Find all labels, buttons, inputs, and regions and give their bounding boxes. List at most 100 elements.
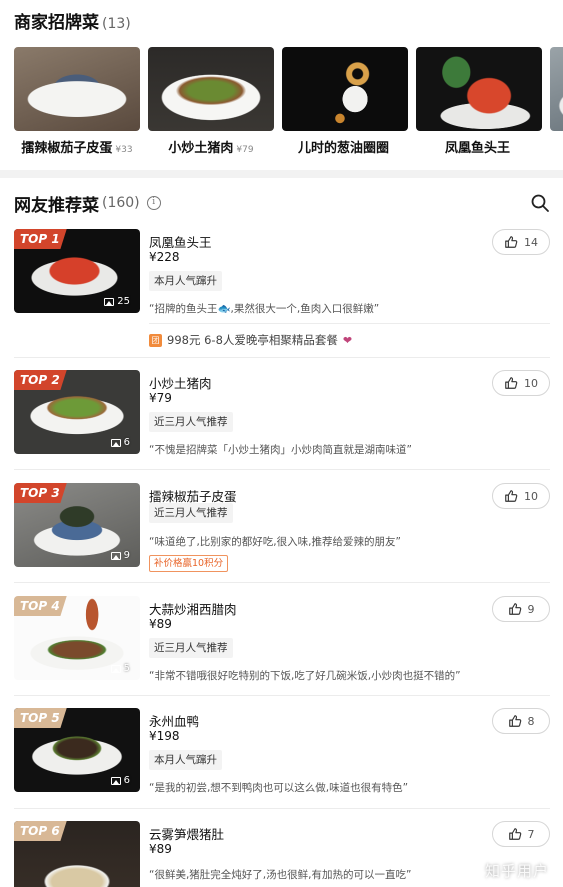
dish-photo bbox=[550, 47, 563, 131]
dish-tag: 近三月人气推荐 bbox=[149, 638, 233, 658]
thumbs-up-icon bbox=[508, 828, 521, 840]
item-separator bbox=[14, 808, 550, 809]
signature-title: 商家招牌菜 bbox=[14, 13, 99, 33]
dish-price: ¥198 bbox=[149, 729, 180, 743]
dish-photo: TOP 3 9 bbox=[14, 483, 140, 567]
recommended-title: 网友推荐菜 bbox=[14, 195, 99, 216]
points-tag[interactable]: 补价格赢10积分 bbox=[149, 555, 229, 572]
dish-tag: 本月人气蹿升 bbox=[149, 271, 222, 291]
dish-price: ¥89 bbox=[149, 617, 172, 631]
item-separator bbox=[14, 357, 550, 358]
photo-count: 6 bbox=[110, 437, 130, 448]
dish-name: 凤凰鱼头王 bbox=[149, 235, 212, 250]
dish-photo: TOP 6 bbox=[14, 821, 140, 887]
thumbs-up-icon bbox=[508, 715, 521, 727]
photo-count: 5 bbox=[110, 663, 130, 674]
dish-quote: “非常不错哦很好吃特别的下饭,吃了好几碗米饭,小炒肉也挺不错的” bbox=[149, 670, 461, 682]
photo-count-value: 6 bbox=[123, 437, 130, 448]
dish-photo bbox=[282, 47, 408, 131]
signature-card[interactable]: 小炒土猪肉 ¥79 bbox=[148, 47, 274, 162]
dish-photo: TOP 5 6 bbox=[14, 708, 140, 792]
image-icon bbox=[110, 438, 121, 447]
promo-line[interactable]: 团 998元 6-8人爱晚亭相聚精品套餐 ❤ bbox=[149, 332, 352, 348]
list-item[interactable]: TOP 3 9 擂辣椒茄子皮蛋 近三月人气推荐 “味道绝了,比别家的都好吃,很入… bbox=[0, 483, 563, 573]
item-separator bbox=[14, 695, 550, 696]
signature-count: (13) bbox=[102, 16, 131, 32]
photo-count-value: 25 bbox=[117, 296, 130, 307]
item-separator bbox=[14, 582, 550, 583]
search-icon[interactable] bbox=[530, 193, 550, 213]
signature-price: ¥33 bbox=[115, 145, 133, 155]
like-count: 10 bbox=[524, 376, 538, 390]
list-item[interactable]: TOP 6 云雾笋煨猪肚 ¥89 “很鲜美,猪肚完全炖好了,汤也很鲜,有加热的可… bbox=[0, 821, 563, 887]
like-count: 7 bbox=[527, 827, 535, 841]
signature-card[interactable]: 香 bbox=[550, 47, 563, 162]
like-button[interactable]: 10 bbox=[492, 483, 550, 509]
image-icon bbox=[110, 664, 121, 673]
rank-badge: TOP 1 bbox=[14, 229, 67, 249]
dish-quote: “很鲜美,猪肚完全炖好了,汤也很鲜,有加热的可以一直吃” bbox=[149, 869, 412, 881]
dish-photo: TOP 1 25 bbox=[14, 229, 140, 313]
recommended-count: (160) bbox=[102, 195, 140, 211]
signature-header: 商家招牌菜 (13) bbox=[14, 8, 131, 36]
thumbs-up-icon bbox=[508, 603, 521, 615]
like-button[interactable]: 10 bbox=[492, 370, 550, 396]
divider bbox=[149, 323, 550, 324]
dish-quote: “味道绝了,比别家的都好吃,很入味,推荐给爱辣的朋友” bbox=[149, 536, 401, 548]
signature-card[interactable]: 儿时的葱油圈圈 bbox=[282, 47, 408, 162]
thumbs-up-icon bbox=[505, 377, 518, 389]
signature-name: 儿时的葱油圈圈 bbox=[297, 141, 389, 156]
rank-badge: TOP 6 bbox=[14, 821, 67, 841]
dish-name: 永州血鸭 bbox=[149, 714, 200, 729]
signature-card[interactable]: 擂辣椒茄子皮蛋 ¥33 bbox=[14, 47, 140, 162]
thumbs-up-icon bbox=[505, 490, 518, 502]
list-item[interactable]: TOP 2 6 小炒土猪肉 ¥79 近三月人气推荐 “不愧是招牌菜「小炒土猪肉」… bbox=[0, 370, 563, 460]
list-item[interactable]: TOP 1 25 凤凰鱼头王 ¥228 本月人气蹿升 “招牌的鱼头王🐟,果然很大… bbox=[0, 229, 563, 355]
signature-name: 凤凰鱼头王 bbox=[444, 141, 510, 156]
dish-photo bbox=[14, 47, 140, 131]
dish-name: 大蒜炒湘西腊肉 bbox=[149, 602, 237, 617]
info-icon[interactable]: i bbox=[146, 196, 161, 210]
dish-quote: “不愧是招牌菜「小炒土猪肉」小炒肉简直就是湖南味道” bbox=[149, 444, 412, 456]
image-icon bbox=[104, 297, 115, 306]
like-count: 8 bbox=[527, 714, 535, 728]
promo-text: 998元 6-8人爱晚亭相聚精品套餐 bbox=[167, 333, 338, 347]
recommended-header: 网友推荐菜 (160) i bbox=[14, 190, 554, 216]
dish-name: 云雾笋煨猪肚 bbox=[149, 827, 225, 842]
rank-badge: TOP 3 bbox=[14, 483, 67, 503]
signature-carousel[interactable]: 擂辣椒茄子皮蛋¥33 小炒土猪肉¥79 儿时的葱油圈圈 凤凰鱼头王 香 bbox=[14, 47, 563, 162]
like-count: 9 bbox=[527, 602, 535, 616]
signature-name: 小炒土猪肉 bbox=[168, 141, 234, 156]
signature-price: ¥79 bbox=[236, 145, 254, 155]
dish-quote: “是我的初尝,想不到鸭肉也可以这么做,味道也很有特色” bbox=[149, 782, 409, 794]
signature-name: 擂辣椒茄子皮蛋 bbox=[21, 141, 113, 156]
dish-photo bbox=[148, 47, 274, 131]
photo-count-value: 5 bbox=[123, 663, 130, 674]
dish-name: 小炒土猪肉 bbox=[149, 376, 212, 391]
heart-icon: ❤ bbox=[342, 333, 353, 347]
watermark: 知乎用户 bbox=[484, 862, 549, 880]
photo-count: 6 bbox=[110, 775, 130, 786]
like-button[interactable]: 14 bbox=[492, 229, 550, 255]
section-divider bbox=[0, 170, 563, 178]
dish-price: ¥89 bbox=[149, 842, 172, 856]
like-count: 10 bbox=[524, 489, 538, 503]
like-count: 14 bbox=[524, 235, 538, 249]
like-button[interactable]: 8 bbox=[492, 708, 550, 734]
image-icon bbox=[110, 776, 121, 785]
dish-quote: “招牌的鱼头王🐟,果然很大一个,鱼肉入口很鲜嫩” bbox=[149, 303, 380, 315]
dish-photo bbox=[416, 47, 542, 131]
photo-count-value: 6 bbox=[123, 775, 130, 786]
item-separator bbox=[14, 469, 550, 470]
thumbs-up-icon bbox=[505, 236, 518, 248]
list-item[interactable]: TOP 4 5 大蒜炒湘西腊肉 ¥89 近三月人气推荐 “非常不错哦很好吃特别的… bbox=[0, 596, 563, 686]
like-button[interactable]: 7 bbox=[492, 821, 550, 847]
dish-price: ¥79 bbox=[149, 391, 172, 405]
signature-card[interactable]: 凤凰鱼头王 bbox=[416, 47, 542, 162]
rank-badge: TOP 4 bbox=[14, 596, 67, 616]
list-item[interactable]: TOP 5 6 永州血鸭 ¥198 本月人气蹿升 “是我的初尝,想不到鸭肉也可以… bbox=[0, 708, 563, 798]
dish-tag: 近三月人气推荐 bbox=[149, 503, 233, 523]
like-button[interactable]: 9 bbox=[492, 596, 550, 622]
rank-badge: TOP 2 bbox=[14, 370, 67, 390]
photo-count: 25 bbox=[104, 296, 130, 307]
